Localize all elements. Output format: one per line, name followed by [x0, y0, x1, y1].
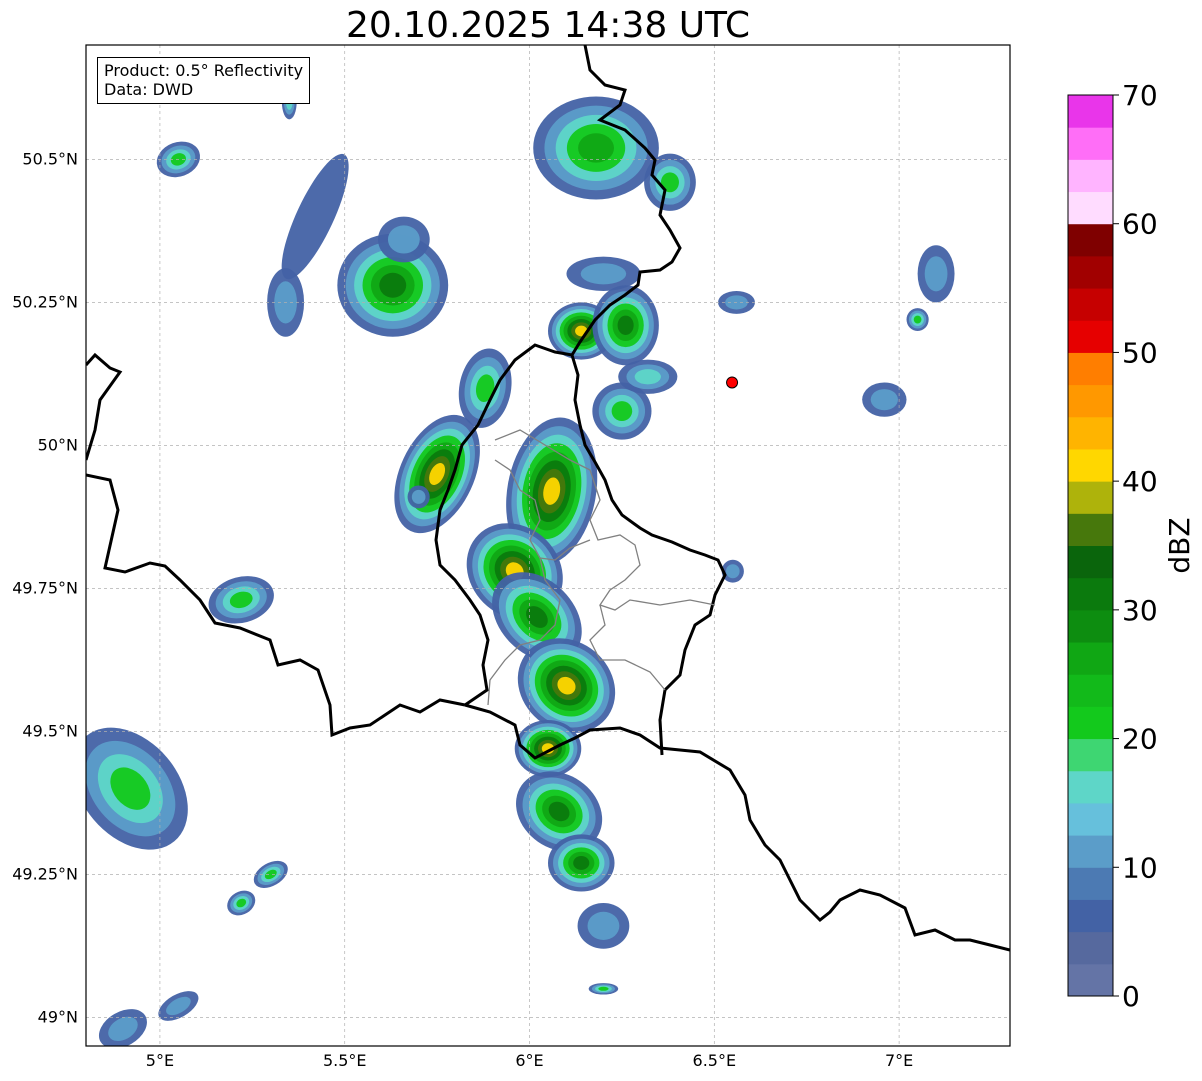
- y-tick-label: 49.75°N: [12, 578, 78, 597]
- echo-band: [870, 389, 898, 411]
- echo-cell: [533, 96, 659, 200]
- echo-cell: [588, 983, 619, 995]
- y-tick-label: 50.5°N: [22, 149, 78, 168]
- radar-map: 5°E 5.5°E 6°E 6.5°E 7°E 50.5°N 50.25°N 50°N 49.7…: [12, 44, 1196, 1070]
- echo-cell: [377, 216, 430, 263]
- echo-band: [387, 225, 420, 254]
- info-box: Product: 0.5° Reflectivity Data: DWD: [97, 57, 311, 104]
- y-tick-label: 49.25°N: [12, 864, 78, 883]
- echo-band: [587, 911, 620, 940]
- echo-cell: [906, 308, 929, 331]
- echo-band: [578, 133, 614, 163]
- colorbar-segment: [1068, 931, 1113, 965]
- colorbar-segment: [1068, 416, 1113, 450]
- colorbar-label: dBZ: [1163, 517, 1196, 573]
- reflectivity-layer: [86, 85, 955, 1046]
- echo-band: [611, 401, 633, 422]
- colorbar-segment: [1068, 738, 1113, 772]
- axis-ticks: 5°E 5.5°E 6°E 6.5°E 7°E 50.5°N 50.25°N 50°N 49.7…: [12, 149, 913, 1070]
- echo-cell: [917, 245, 955, 303]
- echo-band: [573, 856, 590, 870]
- echo-band: [379, 272, 407, 298]
- colorbar-tick-label: 40: [1122, 465, 1158, 498]
- colorbar-segment: [1068, 963, 1113, 997]
- colorbar-segment: [1068, 513, 1113, 546]
- colorbar-segment: [1068, 770, 1113, 804]
- colorbar-segment: [1068, 545, 1113, 579]
- colorbar-segment: [1068, 448, 1113, 482]
- colorbar-segment: [1068, 835, 1113, 868]
- echo-cell: [98, 1009, 147, 1046]
- echo-cell: [548, 834, 615, 892]
- colorbar-segment: [1068, 191, 1113, 225]
- echo-band: [580, 263, 627, 285]
- colorbar-tick-label: 50: [1122, 336, 1158, 369]
- colorbar-tick-label: 60: [1122, 208, 1158, 241]
- y-tick-label: 50°N: [38, 435, 78, 454]
- colorbar-segment: [1068, 899, 1113, 933]
- echo-cell: [721, 559, 744, 583]
- colorbar-segment: [1068, 481, 1113, 514]
- colorbar-segment: [1068, 674, 1113, 707]
- colorbar-tick-label: 10: [1122, 851, 1158, 884]
- colorbar-segment: [1068, 802, 1113, 836]
- colorbar-segment: [1068, 288, 1113, 321]
- y-tick-label: 49.5°N: [22, 721, 78, 740]
- colorbar-tick-label: 70: [1122, 79, 1158, 112]
- echo-cell: [566, 256, 641, 291]
- colorbar-segment: [1068, 706, 1113, 740]
- echo-cell: [592, 285, 659, 366]
- colorbar-segment: [1068, 159, 1113, 193]
- echo-cell: [644, 153, 696, 211]
- echo-band: [411, 489, 426, 504]
- colorbar-tick-label: 0: [1122, 980, 1140, 1013]
- colorbar: 0 10 20 30 40 50 60 70 dBZ: [1067, 79, 1196, 1013]
- colorbar-segment: [1068, 320, 1113, 353]
- x-tick-label: 6°E: [515, 1051, 543, 1070]
- colorbar-segment: [1068, 642, 1113, 675]
- echo-band: [617, 315, 634, 335]
- echo-band: [634, 369, 661, 385]
- x-tick-label: 5°E: [146, 1051, 174, 1070]
- x-tick-label: 5.5°E: [323, 1051, 367, 1070]
- echo-cell: [618, 359, 678, 394]
- echo-cell: [227, 890, 256, 916]
- colorbar-segment: [1068, 127, 1113, 160]
- echo-band: [725, 564, 740, 579]
- colorbar-segment: [1068, 255, 1113, 289]
- x-tick-label: 6.5°E: [693, 1051, 737, 1070]
- y-tick-label: 49°N: [38, 1007, 78, 1026]
- product-text: Product: 0.5° Reflectivity: [104, 61, 304, 80]
- echo-cell: [158, 991, 199, 1021]
- colorbar-segment: [1068, 352, 1113, 386]
- echo-band: [598, 986, 609, 991]
- echo-cell: [862, 382, 907, 417]
- radar-site-marker[interactable]: [726, 376, 739, 389]
- x-tick-label: 7°E: [885, 1051, 913, 1070]
- country-border-belgium-lux-north: [86, 352, 123, 461]
- colorbar-segment: [1068, 867, 1113, 900]
- colorbar-segment: [1068, 577, 1113, 611]
- colorbar-tick-label: 20: [1122, 723, 1158, 756]
- echo-band: [924, 256, 948, 292]
- echo-cell: [407, 485, 430, 509]
- data-source-text: Data: DWD: [104, 80, 194, 99]
- colorbar-segment: [1068, 609, 1113, 643]
- colorbar-segment: [1068, 384, 1113, 418]
- echo-band: [913, 315, 922, 324]
- y-tick-label: 50.25°N: [12, 292, 78, 311]
- colorbar-tick-label: 30: [1122, 594, 1158, 627]
- colorbar-segment: [1068, 223, 1113, 257]
- echo-cell: [577, 903, 630, 949]
- colorbar-segment: [1068, 95, 1113, 128]
